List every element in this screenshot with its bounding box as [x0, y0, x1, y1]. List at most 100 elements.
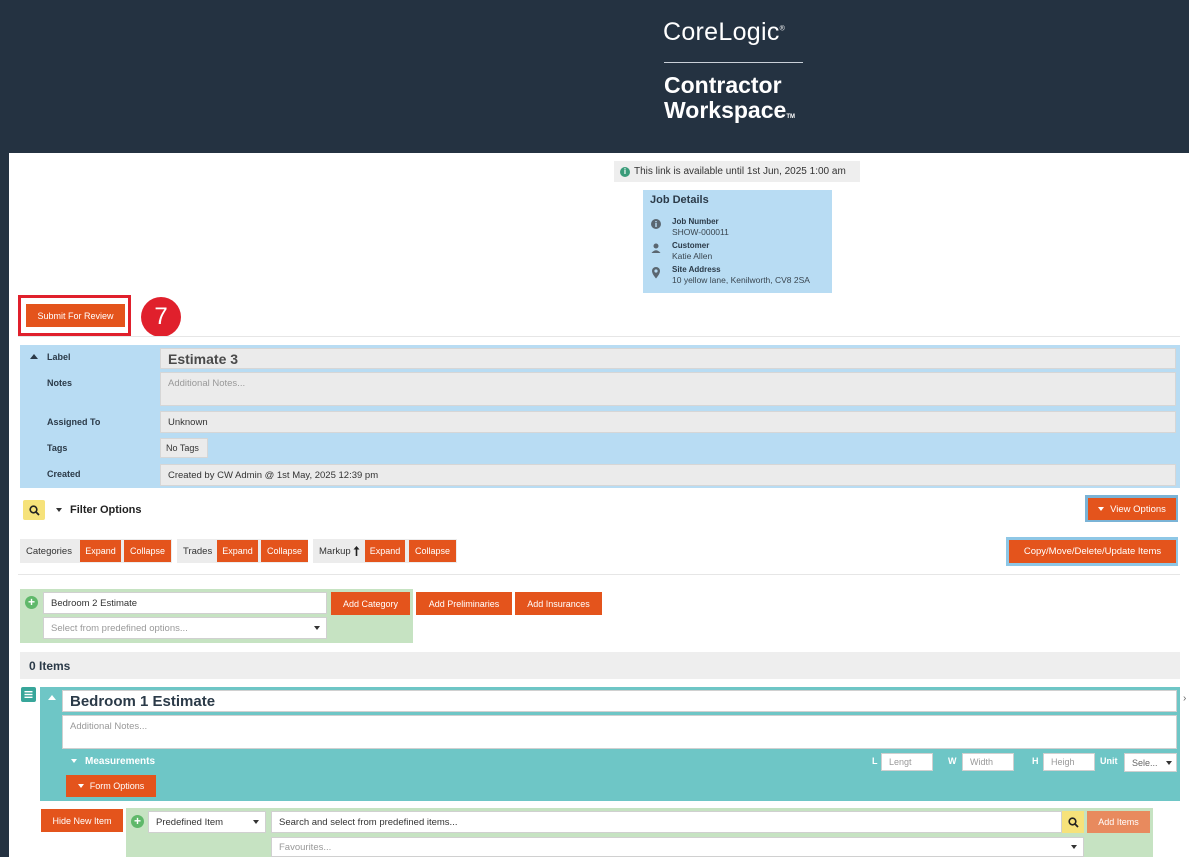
markup-collapse-button[interactable]: Collapse [409, 540, 456, 562]
copy-move-delete-update-button[interactable]: Copy/Move/Delete/Update Items [1009, 540, 1176, 563]
banner-text: This link is available until 1st Jun, 20… [634, 166, 846, 177]
assigned-to-field[interactable]: Unknown [160, 411, 1176, 433]
site-address-value: 10 yellow lane, Kenilworth, CV8 2SA [672, 275, 810, 285]
category-notes-input[interactable]: Additional Notes... [62, 715, 1177, 749]
chevron-down-icon [314, 626, 320, 630]
info-icon: i [620, 166, 630, 177]
item-type-value: Predefined Item [156, 816, 224, 828]
info-icon [651, 219, 661, 229]
predefined-select-placeholder: Select from predefined options... [51, 622, 188, 634]
job-details-title: Job Details [650, 194, 709, 206]
height-input[interactable]: Heigh [1043, 753, 1095, 771]
job-number-value: SHOW-000011 [672, 227, 729, 237]
length-input[interactable]: Lengt [881, 753, 933, 771]
left-edge-bar [0, 153, 9, 857]
add-category-panel: + Bedroom 2 Estimate Select from predefi… [20, 589, 413, 643]
hide-new-item-button[interactable]: Hide New Item [41, 809, 123, 832]
trades-label: Trades [183, 545, 213, 557]
estimate-details-panel: Label Estimate 3 Notes Additional Notes.… [20, 345, 1180, 488]
form-options-label: Form Options [89, 781, 145, 791]
width-label: W [948, 756, 957, 766]
add-items-button[interactable]: Add Items [1087, 811, 1150, 833]
label-field-label: Label [47, 352, 71, 362]
job-details-card: Job Details Job Number SHOW-000011 Custo… [643, 190, 832, 293]
form-options-button[interactable]: Form Options [66, 775, 156, 797]
measurements-toggle[interactable]: Measurements [85, 756, 155, 767]
customer-label: Customer [672, 241, 710, 250]
items-count: 0 Items [29, 658, 71, 673]
customer-value: Katie Allen [672, 251, 713, 261]
favourites-placeholder: Favourites... [279, 841, 332, 853]
corelogic-logo: CoreLogic® [663, 18, 785, 47]
plus-circle-icon[interactable]: + [25, 596, 38, 609]
items-count-bar: 0 Items [20, 652, 1180, 679]
site-address-label: Site Address [672, 265, 721, 274]
sort-arrow-icon[interactable] [353, 546, 360, 556]
contractor-workspace-logo: Contractor WorkspaceTM [664, 73, 795, 130]
measurements-caret-icon[interactable] [71, 759, 77, 763]
predefined-options-select[interactable]: Select from predefined options... [43, 617, 327, 639]
chevron-right-icon[interactable]: › [1183, 693, 1186, 704]
divider [18, 574, 1180, 575]
caret-down-icon [1098, 507, 1105, 511]
assigned-to-label: Assigned To [47, 417, 101, 427]
created-label: Created [47, 469, 81, 479]
filter-options-toggle[interactable]: Filter Options [70, 504, 142, 516]
add-insurances-button[interactable]: Add Insurances [515, 592, 602, 615]
chevron-down-icon [1166, 760, 1172, 765]
height-label: H [1032, 756, 1039, 766]
menu-icon[interactable] [21, 687, 36, 702]
item-type-select[interactable]: Predefined Item [148, 811, 266, 833]
logo-trademark: TM [786, 114, 795, 120]
location-pin-icon [651, 267, 661, 279]
add-category-button[interactable]: Add Category [331, 592, 410, 615]
caret-down-icon [77, 784, 84, 788]
categories-expand-button[interactable]: Expand [80, 540, 121, 562]
app-header [0, 0, 1189, 153]
filter-caret-icon[interactable] [56, 508, 62, 512]
logo-primary-text: CoreLogic [663, 18, 780, 46]
plus-circle-icon[interactable]: + [131, 815, 144, 828]
markup-expand-button[interactable]: Expand [365, 540, 405, 562]
chevron-down-icon [1071, 845, 1077, 849]
tags-label: Tags [47, 443, 68, 453]
favourites-select[interactable]: Favourites... [271, 837, 1084, 857]
trades-expand-button[interactable]: Expand [217, 540, 258, 562]
collapse-caret-icon[interactable] [30, 354, 38, 359]
step-number-badge: 7 [141, 297, 181, 337]
notes-field-label: Notes [47, 378, 73, 388]
chevron-down-icon [253, 820, 259, 824]
search-button[interactable] [23, 500, 45, 520]
submit-for-review-button[interactable]: Submit For Review [26, 304, 125, 327]
category-title-input[interactable]: Bedroom 1 Estimate [62, 690, 1177, 712]
link-availability-banner: i This link is available until 1st Jun, … [614, 161, 860, 182]
unit-select[interactable]: Sele... [1124, 753, 1177, 772]
view-options-button[interactable]: View Options [1088, 498, 1176, 520]
new-item-panel: + Predefined Item Search and select from… [126, 808, 1153, 857]
tags-field[interactable]: No Tags [160, 438, 208, 458]
logo-registered-mark: ® [779, 25, 786, 33]
item-search-button[interactable] [1062, 811, 1084, 833]
estimate-notes-input[interactable]: Additional Notes... [160, 372, 1176, 406]
search-icon [1067, 816, 1079, 828]
category-name-input[interactable]: Bedroom 2 Estimate [43, 592, 327, 614]
logo-line-2: Workspace [664, 97, 787, 123]
markup-label: Markup [319, 545, 351, 557]
estimate-label-input[interactable]: Estimate 3 [160, 348, 1176, 369]
unit-label: Unit [1100, 756, 1118, 766]
view-options-label: View Options [1110, 503, 1166, 515]
divider [18, 336, 1180, 337]
created-field: Created by CW Admin @ 1st May, 2025 12:3… [160, 464, 1176, 486]
unit-select-value: Sele... [1132, 757, 1158, 768]
length-label: L [872, 756, 878, 766]
logo-line-1: Contractor [664, 72, 782, 98]
category-panel: Bedroom 1 Estimate Additional Notes... M… [40, 687, 1180, 801]
job-number-label: Job Number [672, 217, 719, 226]
trades-collapse-button[interactable]: Collapse [261, 540, 308, 562]
categories-label: Categories [26, 545, 72, 557]
add-preliminaries-button[interactable]: Add Preliminaries [416, 592, 512, 615]
predefined-item-search-input[interactable]: Search and select from predefined items.… [271, 811, 1062, 833]
categories-collapse-button[interactable]: Collapse [124, 540, 171, 562]
collapse-caret-icon[interactable] [48, 695, 56, 700]
width-input[interactable]: Width [962, 753, 1014, 771]
